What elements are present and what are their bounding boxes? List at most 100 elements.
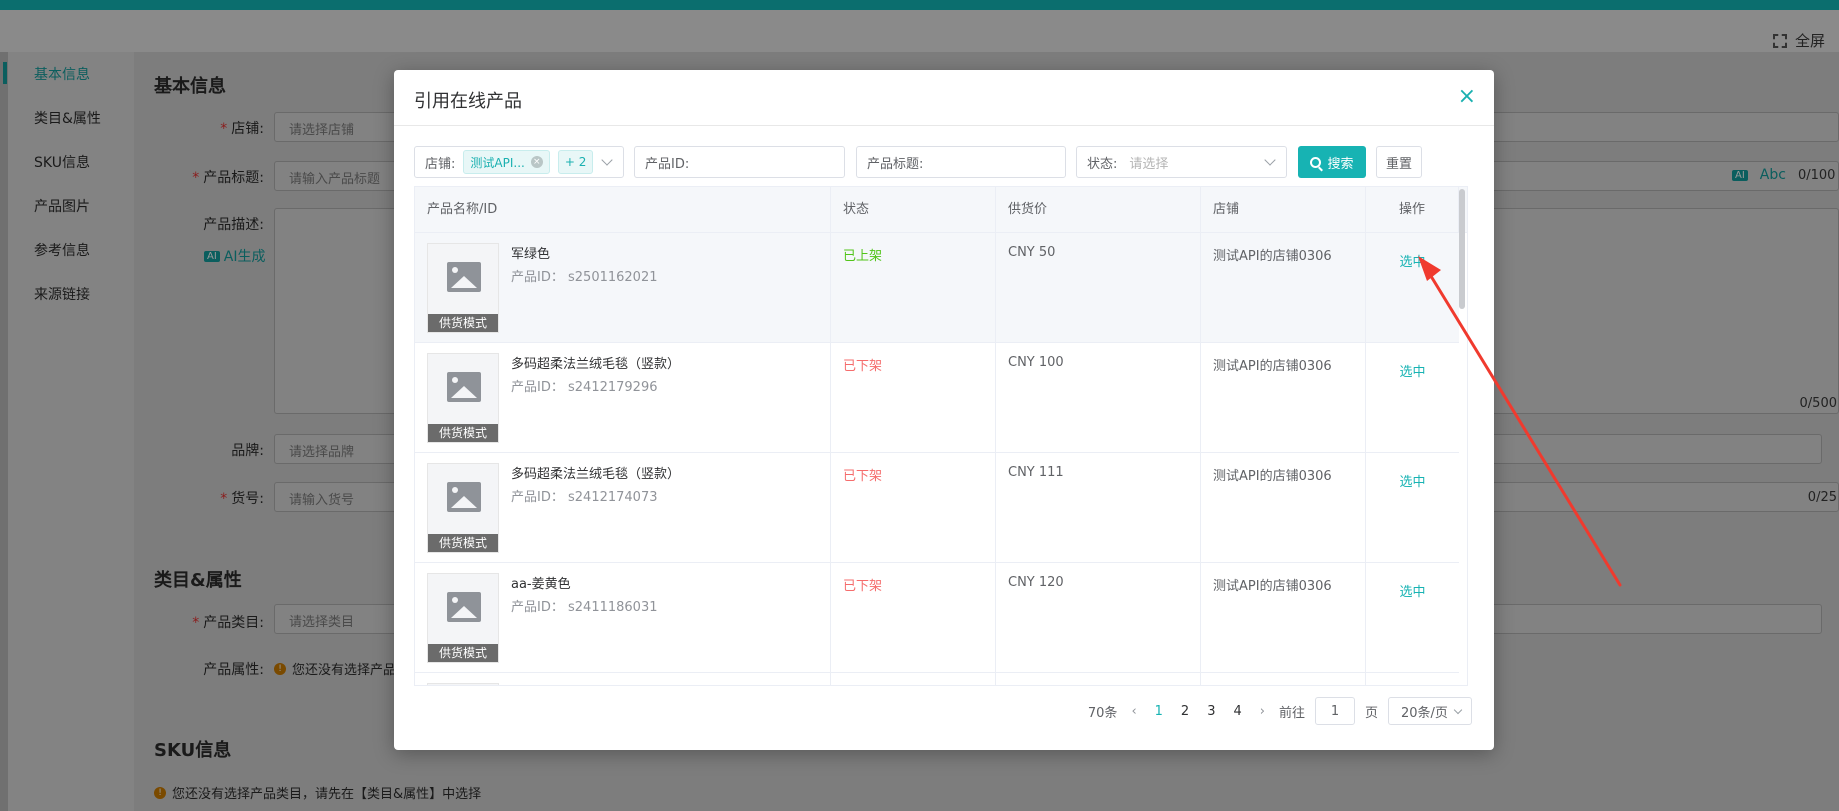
- image-placeholder-icon: [447, 482, 481, 512]
- select-button[interactable]: 选中: [1366, 563, 1459, 673]
- product-name: 多码超柔法兰绒毛毯（竖款）: [511, 357, 681, 372]
- brand-label: 品牌:: [231, 443, 264, 459]
- nav-edge: [0, 52, 8, 811]
- reference-product-dialog: 引用在线产品 × 店铺: 测试API... × + 2 产品ID: 产品标题: …: [394, 70, 1494, 750]
- next-page-icon[interactable]: ›: [1256, 704, 1269, 719]
- status-placeholder: 请选择: [1129, 156, 1169, 172]
- product-title-input[interactable]: [929, 154, 1065, 170]
- desc-counter: 0/500: [1799, 396, 1837, 411]
- product-id-input[interactable]: [695, 154, 844, 170]
- status-filter[interactable]: 状态: 请选择: [1076, 146, 1287, 178]
- image-placeholder-icon: [447, 262, 481, 292]
- product-id: 产品ID： s2411186031: [511, 600, 658, 615]
- supply-mode-badge: 供货模式: [428, 644, 498, 662]
- col-action: 操作: [1366, 187, 1459, 233]
- sku-code-label: * 货号:: [220, 491, 264, 507]
- product-cell: 供货模式 军绿色 产品ID： s2501162021: [415, 233, 831, 343]
- search-icon: [1310, 156, 1322, 168]
- product-name: aa-姜黄色: [511, 577, 571, 592]
- reset-button[interactable]: 重置: [1376, 146, 1422, 178]
- goto-label: 前往: [1278, 705, 1305, 721]
- filter-bar: 店铺: 测试API... × + 2 产品ID: 产品标题: 状态: 请选择 搜…: [414, 146, 1474, 178]
- category-label: * 产品类目:: [192, 615, 264, 631]
- product-title-filter[interactable]: 产品标题:: [856, 146, 1066, 178]
- supply-mode-badge: 供货模式: [428, 424, 498, 442]
- page-2[interactable]: 2: [1177, 704, 1193, 719]
- table-row: 供货模式 多码超柔法兰绒毛毯（竖款） 产品ID： s2412174073 已下架…: [415, 453, 1459, 563]
- nav-item-sku[interactable]: SKU信息: [34, 152, 90, 172]
- store-tag: 测试API... ×: [463, 150, 550, 174]
- status-filter-label: 状态:: [1087, 156, 1118, 172]
- warning-icon: !: [274, 662, 286, 675]
- attr-warning: ! 您还没有选择产品: [274, 659, 396, 678]
- store-value: 测试API的店铺0306: [1201, 563, 1366, 673]
- table-scrollbar-thumb[interactable]: [1459, 189, 1465, 309]
- product-name: 多码超柔法兰绒毛毯（竖款）: [511, 467, 681, 482]
- image-placeholder-icon: [447, 592, 481, 622]
- product-id: 产品ID： s2501162021: [511, 270, 658, 285]
- status-value: [831, 673, 996, 685]
- nav-active-indicator: [3, 62, 7, 84]
- page-size-select[interactable]: 20条/页: [1388, 697, 1472, 725]
- title-label: * 产品标题:: [192, 170, 264, 186]
- table-row: 供货模式 军绿色 产品ID： s2501162021 已上架 CNY 50 测试…: [415, 233, 1459, 343]
- title-counter: 0/100: [1797, 167, 1836, 183]
- product-thumbnail: 供货模式: [427, 463, 499, 553]
- chevron-down-icon: [601, 154, 613, 166]
- table-row: [415, 673, 1459, 685]
- product-id: 产品ID： s2412174073: [511, 490, 658, 505]
- page-4[interactable]: 4: [1229, 704, 1245, 719]
- price-value: [996, 673, 1201, 685]
- status-value: 已下架: [831, 343, 996, 453]
- store-value: 测试API的店铺0306: [1201, 233, 1366, 343]
- select-button[interactable]: 选中: [1366, 233, 1459, 343]
- search-button[interactable]: 搜索: [1298, 146, 1366, 178]
- page-3[interactable]: 3: [1203, 704, 1219, 719]
- price-value: CNY 50: [996, 233, 1201, 343]
- top-navigation-bar: [0, 0, 1839, 10]
- nav-item-images[interactable]: 产品图片: [34, 196, 90, 216]
- product-thumbnail: 供货模式: [427, 573, 499, 663]
- store-filter-label: 店铺:: [425, 156, 456, 172]
- warning-icon: !: [154, 786, 166, 799]
- tag-close-icon[interactable]: ×: [530, 156, 543, 168]
- ai-tool-icon[interactable]: AI: [1732, 169, 1748, 181]
- nav-item-basic-info[interactable]: 基本信息: [34, 64, 90, 84]
- page-1[interactable]: 1: [1151, 704, 1167, 719]
- product-thumbnail: [427, 683, 499, 685]
- prev-page-icon[interactable]: ‹: [1127, 704, 1140, 719]
- table-row: 供货模式 多码超柔法兰绒毛毯（竖款） 产品ID： s2412179296 已下架…: [415, 343, 1459, 453]
- store-label: * 店铺:: [220, 121, 264, 137]
- select-button[interactable]: 选中: [1366, 453, 1459, 563]
- title-tools: AI Abc 0/100: [1732, 167, 1835, 183]
- ai-icon: AI: [204, 250, 220, 262]
- nav-item-source-link[interactable]: 来源链接: [34, 284, 90, 304]
- col-price: 供货价: [996, 187, 1201, 233]
- price-value: CNY 111: [996, 453, 1201, 563]
- product-cell: [415, 673, 831, 685]
- col-status: 状态: [831, 187, 996, 233]
- product-thumbnail: 供货模式: [427, 243, 499, 333]
- page-unit: 页: [1364, 705, 1378, 721]
- store-value: [1201, 673, 1366, 685]
- pagination: 70条 ‹ 1 2 3 4 › 前往 页 20条/页: [1088, 696, 1472, 726]
- nav-item-category[interactable]: 类目&属性: [34, 108, 101, 128]
- select-button[interactable]: 选中: [1366, 343, 1459, 453]
- supply-mode-badge: 供货模式: [428, 534, 498, 552]
- fullscreen-button[interactable]: 全屏: [1772, 30, 1825, 51]
- fullscreen-icon: [1772, 33, 1787, 48]
- col-product-name: 产品名称/ID: [415, 187, 831, 233]
- store-filter[interactable]: 店铺: 测试API... × + 2: [414, 146, 624, 178]
- nav-item-reference[interactable]: 参考信息: [34, 240, 90, 260]
- ai-generate-button[interactable]: AI AI生成: [204, 246, 266, 266]
- abc-tool[interactable]: Abc: [1760, 167, 1786, 183]
- product-id-filter[interactable]: 产品ID:: [634, 146, 845, 178]
- total-count: 70条: [1087, 705, 1118, 721]
- goto-page-input[interactable]: [1314, 697, 1355, 725]
- close-icon[interactable]: ×: [1458, 86, 1476, 108]
- table-header: 产品名称/ID 状态 供货价 店铺 操作: [415, 187, 1467, 233]
- store-value: 测试API的店铺0306: [1201, 343, 1366, 453]
- col-store: 店铺: [1201, 187, 1366, 233]
- product-cell: 供货模式 多码超柔法兰绒毛毯（竖款） 产品ID： s2412174073: [415, 453, 831, 563]
- page-toolbar: 全屏: [0, 10, 1839, 52]
